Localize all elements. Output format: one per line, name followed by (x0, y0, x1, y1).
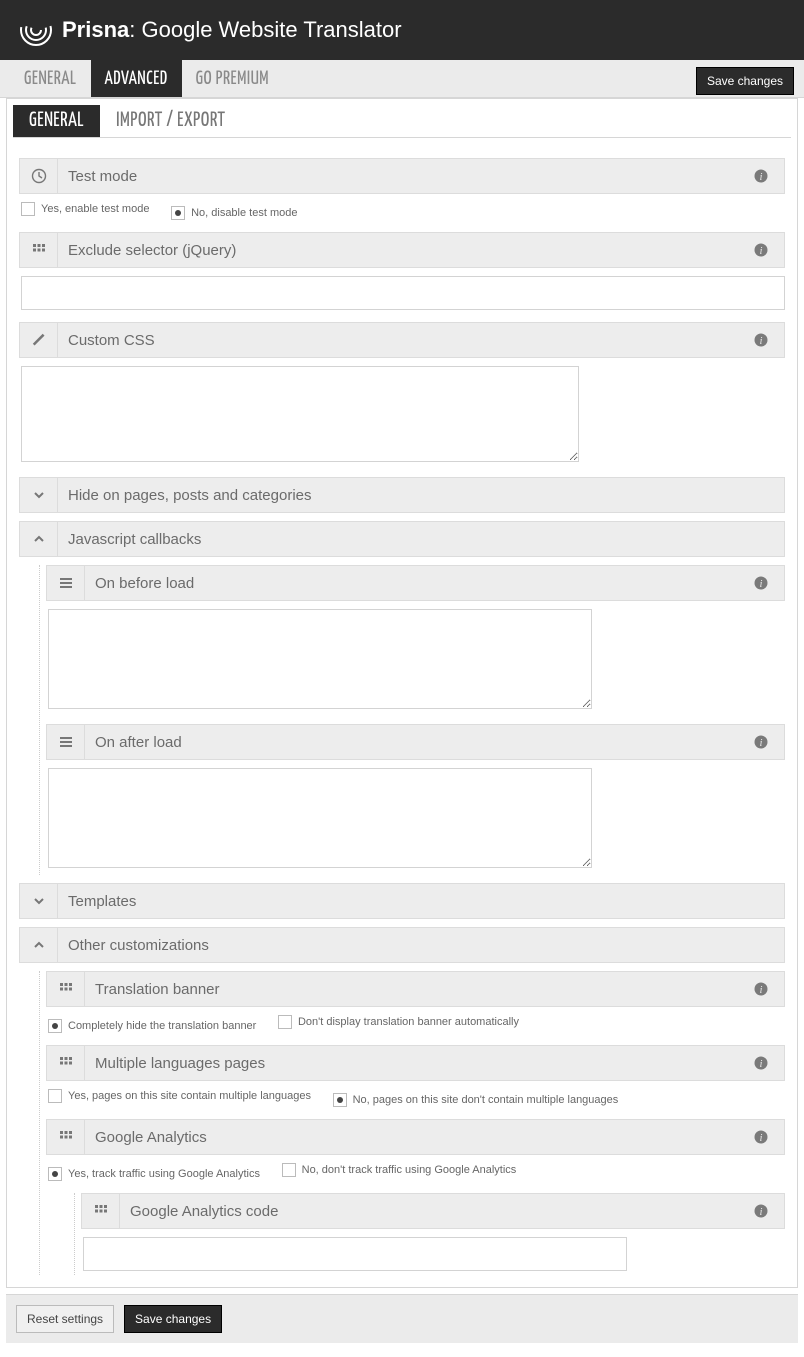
clock-icon (20, 159, 58, 193)
test-mode-options: Yes, enable test mode No, disable test m… (19, 194, 785, 224)
field-label: Translation banner (85, 974, 754, 1005)
field-banner-header: Translation banner i (46, 971, 785, 1007)
info-icon[interactable]: i (754, 1130, 784, 1144)
grid-icon (47, 972, 85, 1006)
field-templates-header[interactable]: Templates (19, 883, 785, 919)
tab-general[interactable]: General (10, 60, 91, 97)
field-exclude-header: Exclude selector (jQuery) i (19, 232, 785, 268)
field-label: Exclude selector (jQuery) (58, 235, 754, 266)
banner-hide[interactable]: Completely hide the translation banner (48, 1019, 256, 1033)
field-test-mode-header: Test mode i (19, 158, 785, 194)
svg-text:i: i (760, 985, 763, 996)
brush-icon (20, 323, 58, 357)
secondary-tabs: General Import / Export (13, 105, 791, 138)
banner-noauto[interactable]: Don't display translation banner automat… (278, 1015, 519, 1029)
field-other-header[interactable]: Other customizations (19, 927, 785, 963)
info-icon[interactable]: i (754, 333, 784, 347)
prisna-logo-icon (18, 12, 54, 48)
grid-icon (47, 1046, 85, 1080)
svg-text:i: i (760, 1133, 763, 1144)
field-label: Hide on pages, posts and categories (58, 480, 784, 511)
ga-yes[interactable]: Yes, track traffic using Google Analytic… (48, 1167, 260, 1181)
svg-text:i: i (760, 579, 763, 590)
test-mode-yes[interactable]: Yes, enable test mode (21, 202, 149, 216)
field-label: Templates (58, 886, 784, 917)
field-multi-header: Multiple languages pages i (46, 1045, 785, 1081)
info-icon[interactable]: i (754, 576, 784, 590)
banner-options: Completely hide the translation banner D… (46, 1007, 785, 1037)
lines-icon (47, 725, 85, 759)
field-hide-pages-header[interactable]: Hide on pages, posts and categories (19, 477, 785, 513)
svg-text:i: i (760, 172, 763, 183)
info-icon[interactable]: i (754, 982, 784, 996)
exclude-selector-input[interactable] (21, 276, 785, 310)
on-after-load-textarea[interactable] (48, 768, 592, 868)
info-icon[interactable]: i (754, 1056, 784, 1070)
app-header: Prisna: Google Website Translator (0, 0, 804, 60)
save-button-top[interactable]: Save changes (696, 67, 794, 95)
field-label: Custom CSS (58, 325, 754, 356)
save-button-bottom[interactable]: Save changes (124, 1305, 222, 1333)
custom-css-textarea[interactable] (21, 366, 579, 462)
subtab-import-export[interactable]: Import / Export (100, 105, 241, 137)
field-label: Google Analytics (85, 1122, 754, 1153)
grid-icon (47, 1120, 85, 1154)
ga-no[interactable]: No, don't track traffic using Google Ana… (282, 1163, 517, 1177)
field-label: On before load (85, 568, 754, 599)
primary-tabs: General Advanced Go Premium Save changes (0, 60, 804, 98)
grid-icon (20, 233, 58, 267)
field-label: On after load (85, 727, 754, 758)
subtab-general[interactable]: General (13, 105, 100, 137)
svg-text:i: i (760, 336, 763, 347)
svg-text:i: i (760, 1059, 763, 1070)
svg-text:i: i (760, 1207, 763, 1218)
lines-icon (47, 566, 85, 600)
svg-text:i: i (760, 738, 763, 749)
info-icon[interactable]: i (754, 1204, 784, 1218)
field-after-load-header: On after load i (46, 724, 785, 760)
page-title: Prisna: Google Website Translator (62, 17, 402, 43)
field-js-callbacks-header[interactable]: Javascript callbacks (19, 521, 785, 557)
chevron-up-icon (20, 522, 58, 556)
info-icon[interactable]: i (754, 735, 784, 749)
field-before-load-header: On before load i (46, 565, 785, 601)
tab-go-premium[interactable]: Go Premium (182, 60, 283, 97)
field-ga-header: Google Analytics i (46, 1119, 785, 1155)
field-label: Javascript callbacks (58, 524, 784, 555)
settings-panel: General Import / Export Test mode i Yes,… (6, 98, 798, 1288)
multi-no[interactable]: No, pages on this site don't contain mul… (333, 1093, 619, 1107)
svg-text:i: i (760, 246, 763, 257)
tab-advanced[interactable]: Advanced (91, 60, 182, 97)
field-label: Test mode (58, 161, 754, 192)
chevron-up-icon (20, 928, 58, 962)
footer-actions: Reset settings Save changes (6, 1294, 798, 1343)
field-label: Multiple languages pages (85, 1048, 754, 1079)
field-label: Google Analytics code (120, 1196, 754, 1227)
chevron-down-icon (20, 478, 58, 512)
ga-options: Yes, track traffic using Google Analytic… (46, 1155, 785, 1185)
grid-icon (82, 1194, 120, 1228)
field-label: Other customizations (58, 930, 784, 961)
multi-yes[interactable]: Yes, pages on this site contain multiple… (48, 1089, 311, 1103)
on-before-load-textarea[interactable] (48, 609, 592, 709)
ga-code-input[interactable] (83, 1237, 627, 1271)
multi-options: Yes, pages on this site contain multiple… (46, 1081, 785, 1111)
info-icon[interactable]: i (754, 169, 784, 183)
info-icon[interactable]: i (754, 243, 784, 257)
reset-button[interactable]: Reset settings (16, 1305, 114, 1333)
chevron-down-icon (20, 884, 58, 918)
field-ga-code-header: Google Analytics code i (81, 1193, 785, 1229)
test-mode-no[interactable]: No, disable test mode (171, 206, 297, 220)
field-custom-css-header: Custom CSS i (19, 322, 785, 358)
